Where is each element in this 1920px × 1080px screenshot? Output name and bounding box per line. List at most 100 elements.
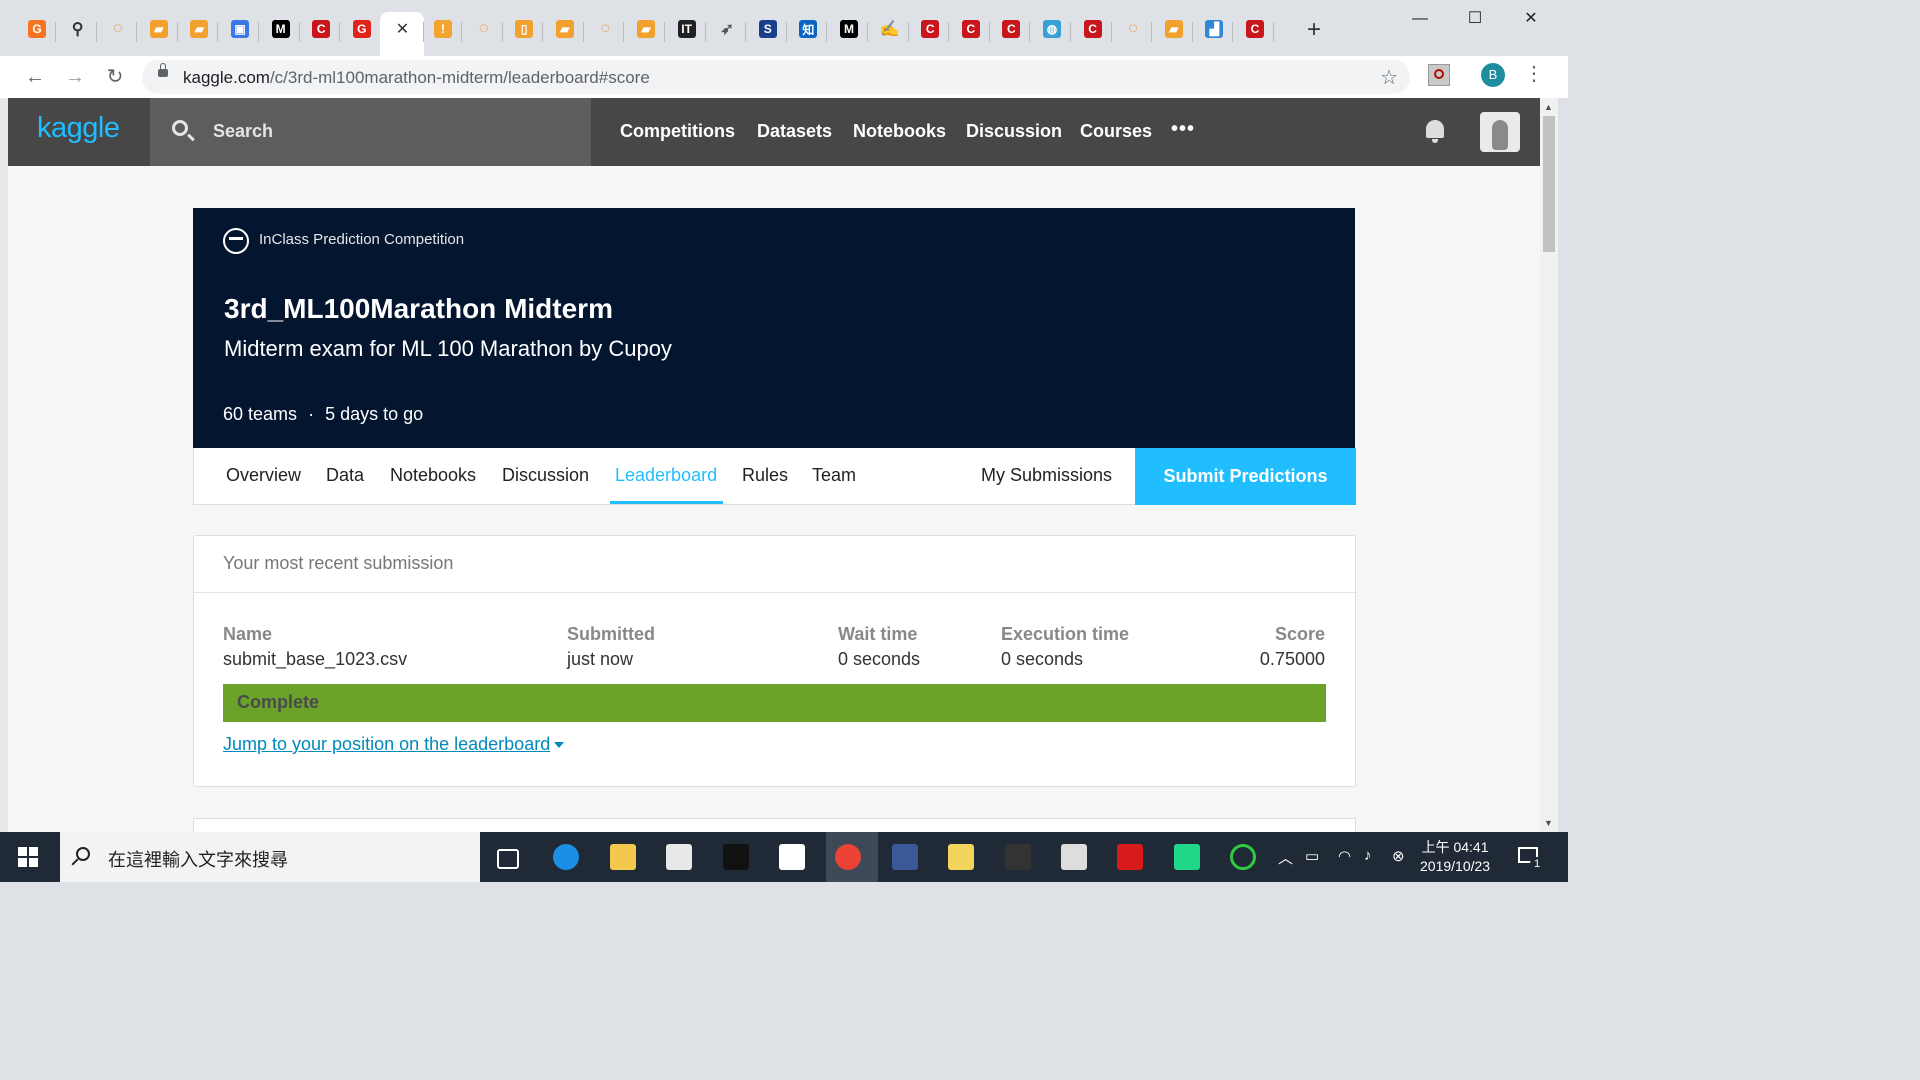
taskbar-search-placeholder: 在這裡輸入文字來搜尋 bbox=[108, 850, 288, 870]
browser-tab[interactable]: G bbox=[18, 12, 56, 56]
browser-tab[interactable]: G bbox=[343, 12, 381, 56]
tab-separator bbox=[217, 22, 219, 42]
user-avatar[interactable] bbox=[1480, 112, 1520, 152]
browser-tab[interactable]: C bbox=[952, 12, 990, 56]
browser-tab[interactable]: C bbox=[302, 12, 341, 56]
browser-tab[interactable]: ◌ bbox=[99, 12, 138, 56]
tab-team[interactable]: Team bbox=[812, 465, 856, 486]
task-view-icon[interactable] bbox=[497, 849, 519, 869]
terminal-icon[interactable] bbox=[722, 844, 749, 870]
scroll-down-icon[interactable]: ▼ bbox=[1544, 818, 1553, 828]
browser-tab[interactable]: C bbox=[1074, 12, 1112, 56]
input-status-icon[interactable]: ⊗ bbox=[1392, 847, 1405, 865]
bookmark-star-icon[interactable]: ☆ bbox=[1380, 65, 1398, 90]
file-explorer-icon[interactable] bbox=[609, 844, 636, 870]
loading-icon: ◌ bbox=[113, 20, 123, 37]
my-submissions-link[interactable]: My Submissions bbox=[981, 465, 1112, 486]
windows-start-icon[interactable] bbox=[18, 847, 38, 867]
browser-tab[interactable]: ➶ bbox=[708, 12, 747, 56]
browser-tab[interactable]: M bbox=[262, 12, 300, 56]
jump-to-leaderboard-link[interactable]: Jump to your position on the leaderboard bbox=[223, 734, 565, 755]
system-clock[interactable]: 上午 04:41 2019/10/23 bbox=[1420, 838, 1490, 876]
browser-tab[interactable]: ▟ bbox=[1195, 12, 1234, 56]
browser-tab[interactable]: ▰ bbox=[180, 12, 219, 56]
nav-notebooks[interactable]: Notebooks bbox=[853, 121, 946, 142]
card-heading: Your most recent submission bbox=[223, 553, 454, 573]
profile-avatar[interactable]: B bbox=[1481, 63, 1505, 87]
pdf-extension-icon[interactable] bbox=[1428, 64, 1450, 86]
scrollbar-thumb[interactable] bbox=[1543, 116, 1555, 252]
tab-overview[interactable]: Overview bbox=[226, 465, 301, 486]
pycharm-icon[interactable] bbox=[1173, 844, 1200, 870]
app-window-icon[interactable] bbox=[1061, 844, 1087, 870]
browser-tab[interactable]: ◌ bbox=[1114, 12, 1153, 56]
battery-icon[interactable]: ▭ bbox=[1305, 847, 1319, 865]
nav-courses[interactable]: Courses bbox=[1080, 121, 1152, 142]
more-menu-icon[interactable]: ••• bbox=[1171, 118, 1195, 141]
scroll-up-icon[interactable]: ▲ bbox=[1544, 102, 1553, 112]
volume-icon[interactable]: ♪ bbox=[1364, 847, 1372, 864]
new-tab-button[interactable]: + bbox=[1302, 18, 1326, 42]
nav-datasets[interactable]: Datasets bbox=[757, 121, 832, 142]
tray-expand-icon[interactable]: ︿ bbox=[1278, 847, 1293, 868]
close-tab-icon[interactable]: ✕ bbox=[393, 20, 411, 38]
tab-discussion[interactable]: Discussion bbox=[502, 465, 589, 486]
acrobat-icon[interactable] bbox=[1117, 844, 1144, 870]
browser-tab[interactable]: ◌ bbox=[465, 12, 503, 56]
minimize-button[interactable]: — bbox=[1397, 6, 1443, 32]
kaggle-search[interactable]: Search bbox=[150, 98, 591, 166]
tab-leaderboard[interactable]: Leaderboard bbox=[615, 465, 717, 486]
python-icon[interactable] bbox=[948, 844, 975, 870]
browser-tab[interactable]: ▯ bbox=[505, 12, 544, 56]
browser-tab[interactable]: ⚲ bbox=[59, 12, 97, 56]
browser-tab[interactable]: 知 bbox=[789, 12, 828, 56]
chart-icon: ▟ bbox=[1205, 20, 1224, 38]
nav-competitions[interactable]: Competitions bbox=[620, 121, 735, 142]
browser-tab[interactable]: ▰ bbox=[546, 12, 584, 56]
browser-tab[interactable]: ▰ bbox=[1155, 12, 1193, 56]
tab-notebooks[interactable]: Notebooks bbox=[390, 465, 476, 486]
browser-menu-icon[interactable]: ⋮ bbox=[1524, 62, 1544, 86]
submit-predictions-button[interactable]: Submit Predictions bbox=[1135, 448, 1356, 505]
browser-tab[interactable]: M bbox=[830, 12, 868, 56]
kaggle-logo-area[interactable]: kaggle bbox=[8, 98, 150, 166]
kaggle-logo[interactable]: kaggle bbox=[37, 112, 120, 145]
forward-arrow-icon[interactable]: → bbox=[62, 64, 88, 90]
browser-tab[interactable]: ▣ bbox=[221, 12, 259, 56]
address-bar[interactable]: kaggle.com/c/3rd-ml100marathon-midterm/l… bbox=[142, 60, 1410, 94]
mail-icon[interactable] bbox=[779, 844, 805, 870]
browser-tab[interactable]: ▰ bbox=[627, 12, 665, 56]
wifi-icon[interactable]: ◠ bbox=[1338, 847, 1351, 865]
edge-icon[interactable] bbox=[553, 844, 580, 870]
tab-rules[interactable]: Rules bbox=[742, 465, 788, 486]
page-scrollbar[interactable]: ▲ ▼ bbox=[1540, 98, 1558, 832]
close-window-button[interactable]: ✕ bbox=[1508, 6, 1554, 32]
url-text[interactable]: kaggle.com/c/3rd-ml100marathon-midterm/l… bbox=[183, 68, 650, 88]
browser-tab[interactable]: C bbox=[911, 12, 950, 56]
browser-tab[interactable]: C bbox=[992, 12, 1031, 56]
maximize-button[interactable]: ☐ bbox=[1452, 6, 1498, 32]
browser-tab[interactable]: ✕ bbox=[380, 12, 425, 56]
green-ring-icon[interactable] bbox=[1230, 844, 1257, 870]
browser-tab[interactable]: ▰ bbox=[140, 12, 178, 56]
tab-separator bbox=[867, 22, 868, 42]
browser-tab[interactable]: ◌ bbox=[586, 12, 625, 56]
browser-tab[interactable]: ◍ bbox=[1033, 12, 1071, 56]
browser-tab[interactable]: S bbox=[749, 12, 787, 56]
tab-data[interactable]: Data bbox=[326, 465, 364, 486]
browser-tab[interactable]: ! bbox=[424, 12, 462, 56]
reload-icon[interactable]: ↻ bbox=[102, 64, 128, 90]
team-count[interactable]: 60 teams bbox=[223, 404, 297, 424]
action-center-icon[interactable]: 1 bbox=[1518, 847, 1544, 871]
nav-discussion[interactable]: Discussion bbox=[966, 121, 1062, 142]
notification-bell-icon[interactable] bbox=[1424, 120, 1446, 144]
nox-icon[interactable] bbox=[1004, 844, 1031, 870]
back-arrow-icon[interactable]: ← bbox=[22, 64, 48, 90]
browser-tab[interactable]: C bbox=[1236, 12, 1274, 56]
taskbar-search[interactable]: 在這裡輸入文字來搜尋 bbox=[60, 832, 480, 882]
store-icon[interactable] bbox=[666, 844, 693, 870]
browser-tab[interactable]: IT bbox=[668, 12, 706, 56]
browser-tab[interactable]: ✍ bbox=[871, 12, 909, 56]
tab-separator bbox=[826, 22, 828, 42]
devexpress-icon[interactable] bbox=[891, 844, 918, 870]
